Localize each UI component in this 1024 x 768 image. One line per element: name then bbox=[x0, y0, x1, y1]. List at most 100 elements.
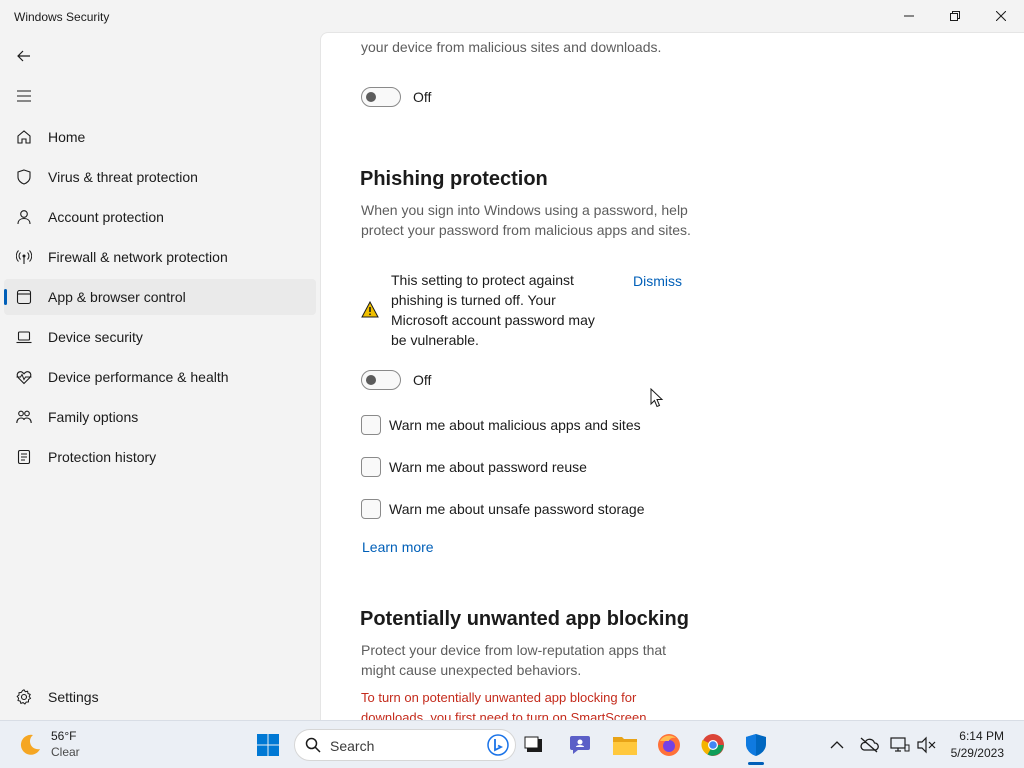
smartscreen-description: your device from malicious sites and dow… bbox=[361, 39, 662, 55]
history-icon bbox=[17, 449, 31, 465]
checkbox-label: Warn me about unsafe password storage bbox=[389, 501, 645, 517]
wireless-icon bbox=[16, 250, 32, 264]
pua-warning-line-2: downloads, you first need to turn on Sma… bbox=[361, 710, 647, 720]
sidebar-item-label: Settings bbox=[48, 689, 99, 705]
clock-time[interactable]: 6:14 PM bbox=[959, 729, 1004, 743]
chrome-button[interactable] bbox=[699, 731, 727, 759]
windows-security-button[interactable] bbox=[742, 731, 770, 759]
pua-heading: Potentially unwanted app blocking bbox=[360, 608, 689, 630]
clock-date[interactable]: 5/29/2023 bbox=[951, 746, 1004, 760]
active-app-indicator bbox=[748, 762, 764, 765]
sidebar-item-virus-threat[interactable]: Virus & threat protection bbox=[4, 159, 316, 195]
malicious-apps-checkbox[interactable] bbox=[361, 415, 381, 435]
minimize-button[interactable] bbox=[886, 0, 932, 32]
app-window-icon bbox=[16, 289, 32, 305]
teams-chat-button[interactable] bbox=[566, 731, 594, 759]
moon-icon bbox=[20, 734, 40, 755]
back-arrow-icon bbox=[17, 50, 30, 62]
sidebar-item-account[interactable]: Account protection bbox=[4, 199, 316, 235]
file-explorer-button[interactable] bbox=[611, 731, 639, 759]
sidebar-item-device-performance[interactable]: Device performance & health bbox=[4, 359, 316, 395]
dismiss-link[interactable]: Dismiss bbox=[633, 273, 682, 289]
task-view-button[interactable] bbox=[520, 731, 548, 759]
weather-condition: Clear bbox=[51, 745, 80, 759]
firefox-button[interactable] bbox=[655, 731, 683, 759]
unsafe-storage-checkbox[interactable] bbox=[361, 499, 381, 519]
bing-icon bbox=[487, 734, 509, 756]
sidebar-item-label: Home bbox=[48, 129, 86, 145]
weather-temperature: 56°F bbox=[51, 729, 77, 743]
phishing-heading: Phishing protection bbox=[360, 168, 548, 190]
minimize-icon bbox=[904, 15, 914, 17]
network-icon bbox=[890, 737, 910, 752]
sidebar-item-label: Device performance & health bbox=[48, 369, 229, 385]
person-icon bbox=[17, 210, 31, 225]
firefox-icon bbox=[658, 734, 680, 756]
title-bar: Windows Security bbox=[0, 0, 1024, 32]
cloud-offline-icon bbox=[860, 737, 879, 753]
phishing-toggle-state: Off bbox=[413, 372, 432, 388]
main-content: your device from malicious sites and dow… bbox=[320, 32, 1024, 720]
smartscreen-toggle[interactable] bbox=[361, 87, 401, 107]
sidebar-item-label: App & browser control bbox=[48, 289, 186, 305]
home-icon bbox=[17, 130, 31, 144]
restore-icon bbox=[950, 11, 960, 21]
restore-button[interactable] bbox=[932, 0, 978, 32]
volume-muted-icon bbox=[917, 736, 936, 754]
folder-icon bbox=[613, 737, 637, 755]
onedrive-button[interactable] bbox=[855, 731, 883, 759]
pua-warning-line-1: To turn on potentially unwanted app bloc… bbox=[361, 690, 637, 705]
hamburger-icon bbox=[17, 90, 31, 102]
sidebar-item-label: Device security bbox=[48, 329, 143, 345]
sidebar-item-home[interactable]: Home bbox=[4, 119, 316, 155]
network-button[interactable] bbox=[886, 731, 914, 759]
weather-widget[interactable] bbox=[16, 731, 44, 759]
taskbar: 56°F Clear Search 6:14 PM 5/29/2023 bbox=[0, 720, 1024, 768]
show-hidden-icons-button[interactable] bbox=[823, 731, 851, 759]
checkbox-label: Warn me about malicious apps and sites bbox=[389, 417, 641, 433]
search-icon bbox=[305, 737, 321, 753]
phishing-warning-line-4: be vulnerable. bbox=[391, 332, 479, 348]
toggle-knob bbox=[366, 92, 376, 102]
pua-description: Protect your device from low-reputation … bbox=[361, 642, 667, 678]
sidebar: Home Virus & threat protection Account p… bbox=[0, 32, 320, 720]
sidebar-item-app-browser[interactable]: App & browser control bbox=[4, 279, 316, 315]
back-button[interactable] bbox=[12, 44, 36, 68]
sidebar-item-settings[interactable]: Settings bbox=[4, 679, 316, 715]
window-title: Windows Security bbox=[14, 10, 110, 24]
warning-icon bbox=[361, 301, 379, 318]
sidebar-item-label: Protection history bbox=[48, 449, 157, 465]
chat-icon bbox=[570, 736, 590, 754]
sidebar-item-firewall[interactable]: Firewall & network protection bbox=[4, 239, 316, 275]
windows-logo-icon bbox=[257, 734, 279, 756]
phishing-description: When you sign into Windows using a passw… bbox=[361, 202, 691, 238]
heart-pulse-icon bbox=[16, 371, 32, 385]
chrome-icon bbox=[701, 734, 724, 756]
toggle-knob bbox=[366, 375, 376, 385]
start-button[interactable] bbox=[254, 731, 282, 759]
close-button[interactable] bbox=[978, 0, 1024, 32]
phishing-toggle[interactable] bbox=[361, 370, 401, 390]
search-placeholder: Search bbox=[330, 738, 375, 754]
task-view-icon bbox=[524, 736, 542, 752]
taskbar-search[interactable]: Search bbox=[294, 729, 516, 761]
learn-more-link[interactable]: Learn more bbox=[362, 539, 434, 555]
menu-button[interactable] bbox=[12, 84, 36, 108]
sidebar-item-device-security[interactable]: Device security bbox=[4, 319, 316, 355]
family-icon bbox=[16, 410, 32, 424]
shield-icon bbox=[17, 169, 31, 185]
selection-indicator bbox=[4, 289, 7, 305]
checkbox-label: Warn me about password reuse bbox=[389, 459, 587, 475]
mouse-cursor-icon bbox=[650, 388, 664, 408]
sidebar-item-label: Family options bbox=[48, 409, 139, 425]
sidebar-item-protection-history[interactable]: Protection history bbox=[4, 439, 316, 475]
sidebar-item-label: Firewall & network protection bbox=[48, 249, 228, 265]
laptop-icon bbox=[16, 331, 32, 344]
sidebar-item-label: Account protection bbox=[48, 209, 164, 225]
sidebar-item-family[interactable]: Family options bbox=[4, 399, 316, 435]
password-reuse-checkbox[interactable] bbox=[361, 457, 381, 477]
chevron-up-icon bbox=[830, 741, 844, 749]
phishing-warning-line-1: This setting to protect against bbox=[391, 272, 574, 288]
volume-button[interactable] bbox=[912, 731, 940, 759]
sidebar-item-label: Virus & threat protection bbox=[48, 169, 198, 185]
